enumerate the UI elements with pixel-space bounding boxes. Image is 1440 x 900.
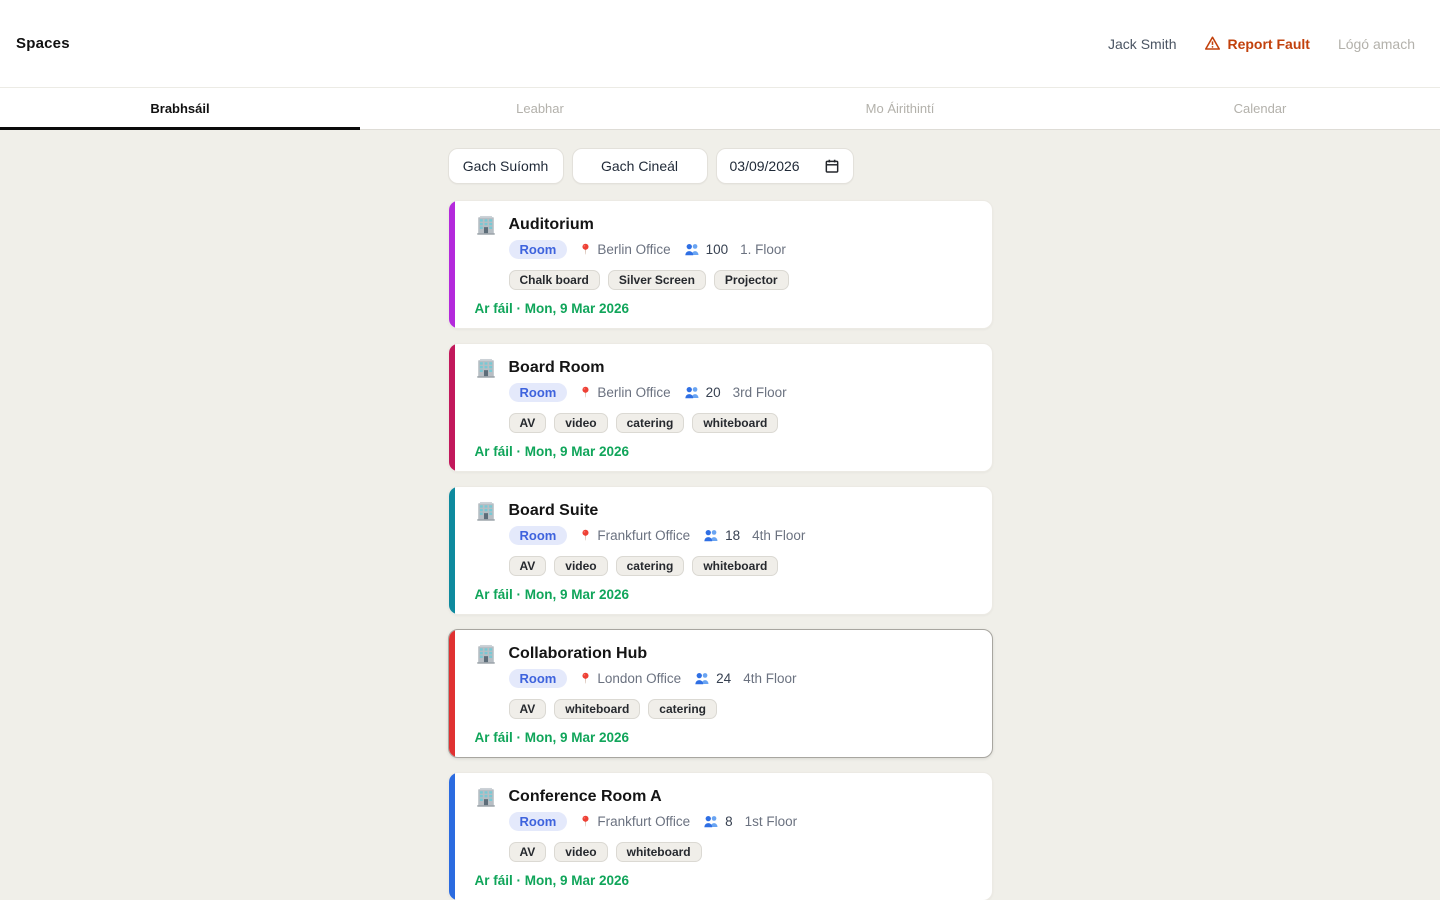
tab-mo-airithinti[interactable]: Mo Áirithintí [720, 88, 1080, 129]
office-building-icon [475, 786, 497, 831]
room-floor: 4th Floor [752, 528, 806, 543]
room-capacity: 100 [705, 242, 729, 257]
location-pin-icon [579, 527, 592, 544]
user-name: Jack Smith [1108, 35, 1177, 52]
room-card-board-room[interactable]: Board Room Room Berlin Office 20 3rd Flo… [447, 343, 993, 472]
main-content: Gach Suíomh Gach Cineál 03/09/2026 Audit… [447, 148, 993, 900]
amenity-tag: video [554, 556, 608, 576]
amenity-tags: Chalk board Silver Screen Projector [508, 270, 972, 290]
availability-status: Ar fáil · Mon, 9 Mar 2026 [474, 301, 630, 316]
availability-status: Ar fáil · Mon, 9 Mar 2026 [474, 444, 630, 459]
room-location: London Office [597, 671, 682, 686]
warning-triangle-icon [1204, 35, 1221, 52]
location-filter-select[interactable]: Gach Suíomh [447, 148, 564, 184]
tab-leabhar[interactable]: Leabhar [360, 88, 720, 129]
availability-status: Ar fáil · Mon, 9 Mar 2026 [474, 873, 630, 888]
filter-row: Gach Suíomh Gach Cineál 03/09/2026 [447, 148, 993, 184]
amenity-tag: AV [508, 556, 547, 576]
room-type-badge: Room [508, 812, 568, 831]
logout-link[interactable]: Lógó amach [1338, 36, 1415, 52]
room-location: Frankfurt Office [597, 528, 691, 543]
capacity-people-icon [683, 385, 701, 400]
amenity-tag: whiteboard [554, 699, 641, 719]
room-name: Collaboration Hub [508, 645, 648, 662]
room-name: Auditorium [508, 216, 594, 233]
app-header: Spaces Jack Smith Report Fault Lógó amac… [0, 0, 1440, 88]
card-accent-bar [448, 630, 455, 757]
room-location: Berlin Office [597, 242, 671, 257]
card-accent-bar [448, 201, 455, 328]
room-location: Berlin Office [597, 385, 671, 400]
room-card-board-suite[interactable]: Board Suite Room Frankfurt Office 18 4th… [447, 486, 993, 615]
location-pin-icon [579, 670, 592, 687]
location-pin-icon [579, 241, 592, 258]
amenity-tag: AV [508, 413, 547, 433]
location-pin-icon [579, 813, 592, 830]
capacity-people-icon [702, 814, 720, 829]
room-type-badge: Room [508, 669, 568, 688]
office-building-icon [475, 643, 497, 688]
report-fault-button[interactable]: Report Fault [1204, 35, 1310, 52]
date-value: 03/09/2026 [729, 158, 800, 174]
card-accent-bar [448, 487, 455, 614]
type-filter-select[interactable]: Gach Cineál [571, 148, 708, 184]
room-capacity: 20 [705, 385, 721, 400]
room-name: Board Suite [508, 502, 599, 519]
room-capacity: 8 [725, 814, 733, 829]
room-card-auditorium[interactable]: Auditorium Room Berlin Office 100 1. Flo… [447, 200, 993, 329]
card-accent-bar [448, 344, 455, 471]
room-card-collaboration-hub[interactable]: Collaboration Hub Room London Office 24 … [447, 629, 993, 758]
app-title: Spaces [16, 35, 70, 52]
room-name: Conference Room A [508, 788, 662, 805]
amenity-tag: Silver Screen [607, 270, 706, 290]
amenity-tags: AV video whiteboard [508, 842, 972, 862]
tab-brabhsail[interactable]: Brabhsáil [0, 88, 360, 130]
capacity-people-icon [702, 528, 720, 543]
amenity-tag: whiteboard [615, 842, 702, 862]
room-floor: 4th Floor [743, 671, 797, 686]
availability-status: Ar fáil · Mon, 9 Mar 2026 [474, 730, 630, 745]
report-fault-label: Report Fault [1227, 35, 1310, 52]
room-card-conference-room-a[interactable]: Conference Room A Room Frankfurt Office … [447, 772, 993, 900]
office-building-icon [475, 500, 497, 545]
header-actions: Jack Smith Report Fault Lógó amach [1108, 35, 1415, 52]
tab-calendar[interactable]: Calendar [1080, 88, 1440, 129]
room-name: Board Room [508, 359, 605, 376]
room-location: Frankfurt Office [597, 814, 691, 829]
room-type-badge: Room [508, 526, 568, 545]
calendar-icon [824, 158, 840, 174]
amenity-tag: whiteboard [692, 556, 779, 576]
office-building-icon [475, 214, 497, 259]
amenity-tag: video [554, 413, 608, 433]
date-filter-input[interactable]: 03/09/2026 [715, 148, 854, 184]
room-type-badge: Room [508, 240, 568, 259]
capacity-people-icon [683, 242, 701, 257]
capacity-people-icon [693, 671, 711, 686]
room-floor: 3rd Floor [732, 385, 787, 400]
room-capacity: 24 [716, 671, 732, 686]
amenity-tag: whiteboard [692, 413, 779, 433]
location-pin-icon [579, 384, 592, 401]
office-building-icon [475, 357, 497, 402]
room-type-badge: Room [508, 383, 568, 402]
room-floor: 1. Floor [740, 242, 786, 257]
amenity-tag: AV [508, 842, 547, 862]
amenity-tags: AV video catering whiteboard [508, 413, 972, 433]
tab-bar: Brabhsáil Leabhar Mo Áirithintí Calendar [0, 88, 1440, 130]
amenity-tag: catering [615, 413, 685, 433]
room-floor: 1st Floor [744, 814, 798, 829]
amenity-tag: catering [648, 699, 717, 719]
availability-status: Ar fáil · Mon, 9 Mar 2026 [474, 587, 630, 602]
amenity-tag: AV [508, 699, 547, 719]
amenity-tag: Projector [713, 270, 789, 290]
card-accent-bar [448, 773, 455, 900]
room-capacity: 18 [725, 528, 741, 543]
amenity-tags: AV video catering whiteboard [508, 556, 972, 576]
amenity-tags: AV whiteboard catering [508, 699, 972, 719]
amenity-tag: catering [615, 556, 685, 576]
amenity-tag: video [554, 842, 608, 862]
amenity-tag: Chalk board [508, 270, 600, 290]
